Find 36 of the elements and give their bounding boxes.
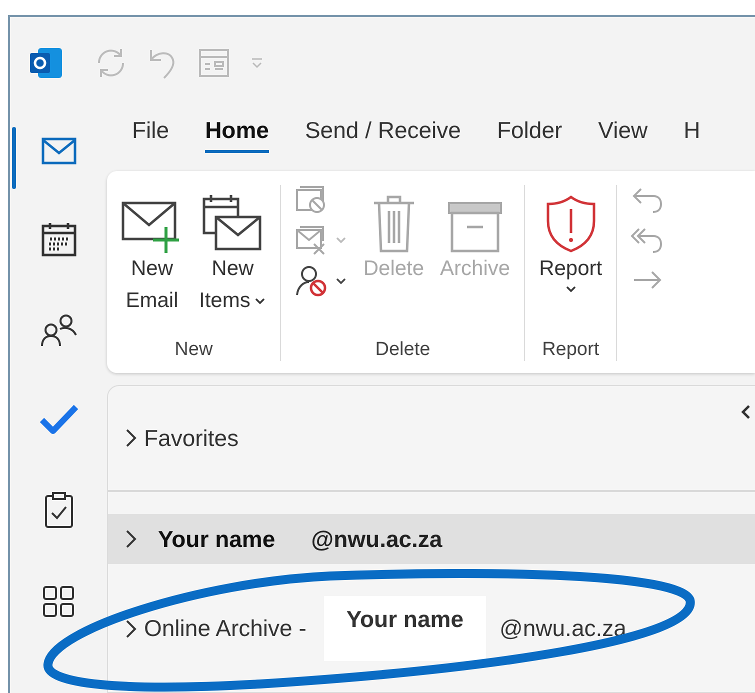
ribbon-tab[interactable]: H — [684, 117, 700, 153]
collapse-chevron-icon[interactable] — [741, 404, 751, 420]
trash-icon — [372, 193, 416, 253]
archive-label: Online Archive - — [144, 615, 306, 642]
ribbon-tab[interactable]: Folder — [496, 117, 562, 153]
apps-icon[interactable] — [42, 585, 76, 619]
clipboard-check-icon[interactable] — [44, 491, 74, 529]
ribbon-icon-button[interactable] — [295, 265, 348, 297]
favorites-label[interactable]: Favorites — [144, 424, 239, 452]
account-address: @nwu.ac.za — [311, 526, 442, 552]
mail-icon[interactable] — [40, 137, 76, 165]
ribbon-tab[interactable]: Home — [205, 117, 269, 153]
ribbon-button[interactable]: Report — [539, 185, 602, 293]
account-address: @nwu.ac.za — [500, 615, 626, 642]
calendar-envelope-icon — [202, 193, 264, 253]
chevron-icon[interactable] — [124, 427, 138, 449]
app-logo-icon[interactable] — [28, 46, 64, 80]
chevron-icon[interactable] — [124, 528, 138, 550]
ribbon-tab[interactable]: View — [598, 117, 648, 153]
name-label: Your name — [324, 596, 486, 661]
group-label: Delete — [375, 339, 430, 361]
shield-warning-icon — [546, 195, 596, 253]
checkmark-icon[interactable] — [38, 403, 78, 435]
ribbon-tab[interactable]: File — [132, 117, 170, 153]
account-row[interactable]: Your name @nwu.ac.za — [108, 514, 755, 564]
people-icon[interactable] — [40, 313, 78, 347]
group-label: New — [174, 339, 213, 361]
archive-row[interactable]: Online Archive - Your name @nwu.ac.za — [108, 594, 755, 663]
ribbon-button[interactable]: New Items — [199, 185, 266, 317]
calendar-icon[interactable] — [40, 221, 76, 257]
account-name: Your name — [158, 526, 276, 552]
ribbon-tab[interactable]: Send / Receive — [304, 117, 461, 153]
chevron-icon[interactable] — [124, 618, 138, 640]
group-label: Report — [542, 339, 600, 361]
archive-box-icon — [447, 201, 504, 253]
ribbon-button[interactable]: New Email — [121, 185, 183, 317]
